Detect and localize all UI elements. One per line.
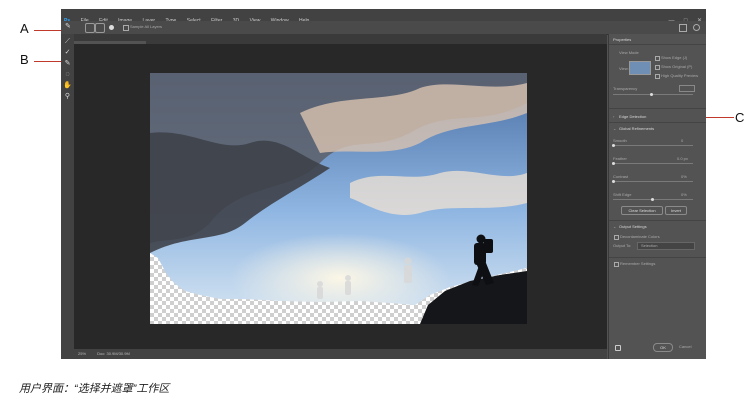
- callout-a: A: [20, 21, 29, 36]
- shift-edge-slider-knob[interactable]: [651, 198, 654, 201]
- global-refinements-label[interactable]: Global Refinements: [619, 126, 654, 131]
- remember-settings-checkbox[interactable]: [614, 262, 619, 267]
- quick-selection-tool-icon[interactable]: ⟋: [63, 38, 72, 46]
- clear-selection-button[interactable]: Clear Selection: [621, 206, 663, 215]
- hand-tool-icon[interactable]: ✋: [63, 82, 72, 90]
- feather-label: Feather: [613, 156, 627, 161]
- feather-slider-knob[interactable]: [612, 162, 615, 165]
- edge-detection-label[interactable]: Edge Detection: [619, 114, 646, 119]
- contrast-slider[interactable]: [613, 181, 693, 182]
- divider-3: [609, 220, 706, 221]
- output-to-select[interactable]: Selection: [637, 242, 695, 250]
- smooth-value[interactable]: 0: [681, 138, 683, 143]
- properties-panel: Properties View Mode View: Show Edge (J)…: [608, 34, 706, 359]
- contrast-value[interactable]: 0%: [681, 174, 687, 179]
- brush-mode-subtract-icon[interactable]: [95, 23, 105, 33]
- shift-edge-value[interactable]: 0%: [681, 192, 687, 197]
- properties-title: Properties: [613, 37, 632, 42]
- feather-value[interactable]: 0.0 px: [677, 156, 688, 161]
- status-bar: 25% Doc: 30.9M/30.9M: [74, 349, 607, 359]
- smooth-slider-knob[interactable]: [612, 144, 615, 147]
- photoshop-window: Ps File Edit Image Layer Type Select Fil…: [61, 9, 706, 359]
- show-edge-label: Show Edge (J): [661, 55, 688, 60]
- figure-caption: 用户界面：“选择并遮罩”工作区: [19, 383, 170, 395]
- invert-button[interactable]: Invert: [665, 206, 687, 215]
- refine-edge-brush-icon[interactable]: ✓: [63, 49, 72, 57]
- options-bar: ✎ Sample All Layers: [61, 21, 706, 35]
- divider-4: [609, 257, 706, 258]
- decontaminate-checkbox[interactable]: [614, 235, 619, 240]
- workspace-icon[interactable]: [679, 24, 687, 32]
- divider-2: [609, 122, 706, 123]
- transparency-label: Transparency: [613, 86, 638, 91]
- menu-bar: Ps File Edit Image Layer Type Select Fil…: [61, 9, 706, 24]
- image-preview[interactable]: [150, 73, 527, 324]
- callout-a-leader: [34, 30, 64, 31]
- view-thumbnail[interactable]: [629, 61, 651, 75]
- smooth-slider[interactable]: [613, 145, 693, 146]
- sample-all-layers-checkbox[interactable]: [123, 25, 129, 31]
- contrast-label: Contrast: [613, 174, 629, 179]
- high-quality-checkbox[interactable]: [655, 74, 660, 79]
- edge-detection-chevron-icon[interactable]: ›: [613, 114, 614, 119]
- zoom-tool-icon[interactable]: ⚲: [63, 93, 72, 101]
- output-to-label: Output To:: [613, 243, 632, 248]
- document-tabs: Hiking_Stock01.jpg @ 25% (RGB/8) Untitle…: [74, 34, 607, 51]
- tools-panel: ⟋ ✓ ✎ ◌ ✋ ⚲: [61, 34, 74, 359]
- show-original-checkbox[interactable]: [655, 65, 660, 70]
- status-zoom: 25%: [78, 351, 87, 356]
- brush-size-dot-icon[interactable]: [109, 25, 114, 30]
- shift-edge-label: Shift Edge: [613, 192, 632, 197]
- brush-mode-add-icon[interactable]: [85, 23, 95, 33]
- view-mode-label: View Mode: [619, 50, 639, 55]
- ok-button[interactable]: OK: [653, 343, 673, 352]
- show-original-label: Show Original (P): [661, 64, 693, 69]
- decontaminate-label: Decontaminate Colors: [620, 234, 660, 239]
- remember-settings-label: Remember Settings: [620, 261, 656, 266]
- reset-icon[interactable]: [615, 345, 621, 351]
- transparency-value-box[interactable]: [679, 85, 695, 92]
- show-edge-checkbox[interactable]: [655, 56, 660, 61]
- view-label: View:: [619, 66, 629, 71]
- sample-all-layers-label: Sample All Layers: [130, 24, 163, 29]
- transparency-slider-knob[interactable]: [650, 93, 653, 96]
- brush-tool-icon[interactable]: ✎: [65, 23, 73, 31]
- callout-b: B: [20, 52, 29, 67]
- smooth-label: Smooth: [613, 138, 627, 143]
- transparency-slider[interactable]: [613, 94, 693, 95]
- callout-c-leader: [702, 117, 734, 118]
- global-refinements-chevron-icon[interactable]: ⌄: [613, 126, 616, 131]
- output-to-value: Selection: [641, 243, 658, 248]
- cancel-button[interactable]: Cancel: [679, 344, 691, 349]
- photo-illustration: [150, 73, 527, 324]
- callout-b-leader: [34, 61, 64, 62]
- output-settings-label[interactable]: Output Settings: [619, 224, 647, 229]
- status-doc-size: Doc: 30.9M/30.9M: [97, 351, 130, 356]
- lasso-tool-icon[interactable]: ◌: [63, 71, 72, 79]
- callout-c: C: [735, 110, 744, 125]
- feather-slider[interactable]: [613, 163, 693, 164]
- output-settings-chevron-icon[interactable]: ⌄: [613, 224, 616, 229]
- search-icon[interactable]: [693, 24, 700, 31]
- properties-header-divider: [609, 44, 706, 45]
- contrast-slider-knob[interactable]: [612, 180, 615, 183]
- divider-1: [609, 108, 706, 109]
- high-quality-label: High Quality Preview: [661, 73, 699, 78]
- brush-tool-icon[interactable]: ✎: [63, 60, 72, 68]
